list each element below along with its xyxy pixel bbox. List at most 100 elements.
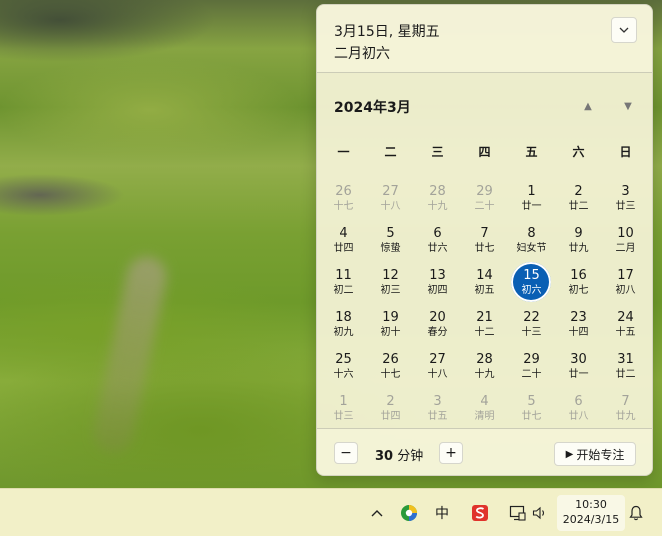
day-cell[interactable]: 2 廿二 [555, 177, 602, 219]
day-cell-selected[interactable]: 15 初六 [508, 261, 555, 303]
day-cell[interactable]: 29 二十 [461, 177, 508, 219]
next-month-button[interactable]: ▼ [618, 96, 638, 116]
day-lunar-label: 廿三 [615, 200, 636, 212]
day-cell[interactable]: 14 初五 [461, 261, 508, 303]
speaker-icon [532, 506, 545, 520]
day-lunar-label: 妇女节 [516, 242, 547, 254]
collapse-calendar-button[interactable] [611, 17, 637, 43]
day-cell[interactable]: 1 廿三 [320, 387, 367, 429]
day-cell[interactable]: 21 十二 [461, 303, 508, 345]
day-number: 27 [429, 351, 446, 367]
day-number: 24 [617, 309, 634, 325]
day-cell[interactable]: 26 十七 [367, 345, 414, 387]
day-cell[interactable]: 27 十八 [367, 177, 414, 219]
day-cell[interactable]: 22 十三 [508, 303, 555, 345]
network-button[interactable] [507, 501, 527, 525]
calendar-flyout: 3月15日, 星期五 二月初六 2024年3月 ▲ ▼ 一二三四五六日 26 十七… [316, 4, 653, 476]
show-hidden-icons-button[interactable] [368, 501, 386, 525]
day-number: 27 [382, 183, 399, 199]
decrease-duration-button[interactable]: − [334, 442, 358, 464]
day-cell[interactable]: 6 廿八 [555, 387, 602, 429]
day-lunar-label: 二月 [615, 242, 636, 254]
day-cell[interactable]: 3 廿五 [414, 387, 461, 429]
day-number: 3 [621, 183, 630, 199]
day-cell[interactable]: 4 清明 [461, 387, 508, 429]
day-number: 29 [476, 183, 493, 199]
day-lunar-label: 廿一 [568, 368, 589, 380]
day-lunar-label: 初九 [333, 326, 354, 338]
day-cell[interactable]: 5 廿七 [508, 387, 555, 429]
bell-icon [629, 505, 643, 521]
day-lunar-label: 十九 [427, 200, 448, 212]
day-cell[interactable]: 28 十九 [461, 345, 508, 387]
day-cell[interactable]: 28 十九 [414, 177, 461, 219]
ime-mode-button[interactable]: 中 [432, 501, 452, 525]
day-lunar-label: 廿七 [521, 410, 542, 422]
day-cell[interactable]: 23 十四 [555, 303, 602, 345]
weekday-label: 四 [478, 145, 491, 159]
day-lunar-label: 初六 [521, 284, 542, 296]
day-cell[interactable]: 20 春分 [414, 303, 461, 345]
clock-time: 10:30 [575, 498, 607, 511]
day-cell[interactable]: 27 十八 [414, 345, 461, 387]
day-cell[interactable]: 10 二月 [602, 219, 649, 261]
day-number: 12 [382, 267, 399, 283]
day-cell[interactable]: 16 初七 [555, 261, 602, 303]
day-cell[interactable]: 11 初二 [320, 261, 367, 303]
day-cell[interactable]: 19 初十 [367, 303, 414, 345]
day-cell[interactable]: 7 廿九 [602, 387, 649, 429]
day-lunar-label: 十四 [568, 326, 589, 338]
day-lunar-label: 十六 [333, 368, 354, 380]
day-cell[interactable]: 30 廿一 [555, 345, 602, 387]
start-focus-button[interactable]: ▶ 开始专注 [554, 442, 636, 466]
day-number: 29 [523, 351, 540, 367]
day-lunar-label: 二十 [521, 368, 542, 380]
day-number: 11 [335, 267, 352, 283]
day-number: 5 [527, 393, 536, 409]
day-lunar-label: 十九 [474, 368, 495, 380]
day-lunar-label: 初十 [380, 326, 401, 338]
day-cell[interactable]: 25 十六 [320, 345, 367, 387]
notifications-button[interactable] [627, 501, 645, 525]
increase-duration-button[interactable]: + [439, 442, 463, 464]
day-number: 9 [574, 225, 583, 241]
day-cell[interactable]: 6 廿六 [414, 219, 461, 261]
month-title[interactable]: 2024年3月 [334, 97, 411, 117]
day-number: 28 [476, 351, 493, 367]
day-cell[interactable]: 1 廿一 [508, 177, 555, 219]
selected-date-label: 3月15日, 星期五 [334, 24, 440, 40]
day-cell[interactable]: 4 廿四 [320, 219, 367, 261]
day-cell[interactable]: 7 廿七 [461, 219, 508, 261]
day-cell[interactable]: 2 廿四 [367, 387, 414, 429]
day-cell[interactable]: 24 十五 [602, 303, 649, 345]
day-cell[interactable]: 13 初四 [414, 261, 461, 303]
day-cell[interactable]: 9 廿九 [555, 219, 602, 261]
day-cell[interactable]: 12 初三 [367, 261, 414, 303]
day-cell[interactable]: 5 惊蛰 [367, 219, 414, 261]
day-number: 26 [382, 351, 399, 367]
day-number: 23 [570, 309, 587, 325]
start-focus-label: 开始专注 [576, 447, 625, 462]
day-number: 3 [433, 393, 442, 409]
day-cell[interactable]: 3 廿三 [602, 177, 649, 219]
day-cell[interactable]: 18 初九 [320, 303, 367, 345]
day-cell[interactable]: 26 十七 [320, 177, 367, 219]
day-number: 14 [476, 267, 493, 283]
day-number: 25 [335, 351, 352, 367]
day-cell[interactable]: 31 廿二 [602, 345, 649, 387]
day-number: 8 [527, 225, 536, 241]
ime-app-button[interactable] [469, 501, 491, 525]
taskbar-clock[interactable]: 10:30 2024/3/15 [557, 495, 625, 531]
day-lunar-label: 廿九 [615, 410, 636, 422]
volume-button[interactable] [531, 501, 549, 525]
month-row: 2024年3月 ▲ ▼ [317, 72, 652, 132]
day-lunar-label: 廿九 [568, 242, 589, 254]
day-cell[interactable]: 29 二十 [508, 345, 555, 387]
previous-month-button[interactable]: ▲ [578, 96, 598, 116]
lunar-date-label: 二月初六 [334, 46, 390, 62]
day-lunar-label: 初七 [568, 284, 589, 296]
day-cell[interactable]: 17 初八 [602, 261, 649, 303]
focus-unit: 分钟 [397, 449, 424, 464]
tray-app-button[interactable] [399, 501, 419, 525]
day-cell[interactable]: 8 妇女节 [508, 219, 555, 261]
